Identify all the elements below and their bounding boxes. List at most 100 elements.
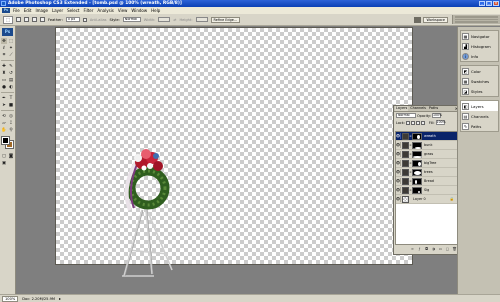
refine-edge-button[interactable]: Refine Edge... xyxy=(210,16,241,23)
dock-item-histogram[interactable]: ▟ Histogram xyxy=(461,41,498,51)
eye-icon[interactable]: 👁 xyxy=(396,142,401,148)
menu-window[interactable]: Window xyxy=(131,8,147,13)
workspace-button[interactable]: Workspace xyxy=(423,17,448,23)
adjustment-layer-icon[interactable]: ◑ xyxy=(431,247,436,252)
eye-icon[interactable]: 👁 xyxy=(396,151,401,157)
brush-tool-icon[interactable]: ✎ xyxy=(8,63,14,69)
healing-brush-tool-icon[interactable]: ✚ xyxy=(1,63,7,69)
new-group-icon[interactable]: ▭ xyxy=(438,247,443,252)
menu-select[interactable]: Select xyxy=(67,8,79,13)
add-mask-icon[interactable]: ◘ xyxy=(424,247,429,252)
link-layers-icon[interactable]: ∞ xyxy=(410,247,415,252)
menu-file[interactable]: File xyxy=(13,8,20,13)
path-selection-tool-icon[interactable]: ➤ xyxy=(1,102,7,108)
opacity-input[interactable]: 100% xyxy=(431,113,442,118)
layer-style-icon[interactable]: ƒ xyxy=(417,247,422,252)
dock-item-channels[interactable]: ▤ Channels xyxy=(461,111,498,121)
menu-filter[interactable]: Filter xyxy=(83,8,93,13)
3d-rotate-tool-icon[interactable]: ⟲ xyxy=(1,113,7,119)
layer-row[interactable]: 👁 ∞ Sig xyxy=(396,186,457,195)
menu-view[interactable]: View xyxy=(118,8,128,13)
screen-mode-icon[interactable]: ▣ xyxy=(1,160,7,166)
eyedropper-tool-icon[interactable]: ⟟ xyxy=(8,120,14,126)
menu-image[interactable]: Image xyxy=(35,8,48,13)
feather-input[interactable]: 0 px xyxy=(65,17,80,22)
dock-item-swatches[interactable]: ▦ Swatches xyxy=(461,76,498,86)
layer-mask-thumbnail[interactable] xyxy=(412,150,422,158)
tab-channels[interactable]: Channels xyxy=(409,106,427,111)
gradient-tool-icon[interactable]: ▤ xyxy=(8,77,14,83)
slice-tool-icon[interactable]: ⟋ xyxy=(8,52,14,58)
move-tool-icon[interactable]: ✥ xyxy=(1,38,7,44)
magic-wand-tool-icon[interactable]: ✦ xyxy=(8,45,14,51)
shape-tool-icon[interactable]: ■ xyxy=(8,102,14,108)
dock-item-styles[interactable]: ◪ Styles xyxy=(461,86,498,96)
eye-icon[interactable]: 👁 xyxy=(396,196,401,202)
marquee-tool-icon[interactable]: ⬚ xyxy=(8,38,14,44)
layer-mask-thumbnail[interactable] xyxy=(412,141,422,149)
swap-dimensions-icon[interactable]: ⇄ xyxy=(173,18,176,22)
quick-mask-icon[interactable]: ◙ xyxy=(8,153,14,159)
workspace-grid-icon[interactable] xyxy=(414,17,422,23)
layer-mask-thumbnail[interactable] xyxy=(412,168,422,176)
eye-icon[interactable]: 👁 xyxy=(396,133,401,139)
layer-mask-thumbnail[interactable] xyxy=(412,186,422,194)
foreground-color-swatch[interactable] xyxy=(1,136,10,145)
add-selection-mode[interactable] xyxy=(24,17,29,22)
menu-analysis[interactable]: Analysis xyxy=(97,8,113,13)
eye-icon[interactable]: 👁 xyxy=(396,160,401,166)
dock-item-paths[interactable]: ✎ Paths xyxy=(461,121,498,131)
layer-row[interactable]: 👁 ∞ bigTree xyxy=(396,159,457,168)
pen-tool-icon[interactable]: ✒ xyxy=(1,95,7,101)
3d-orbit-tool-icon[interactable]: ◎ xyxy=(8,113,14,119)
blend-mode-select[interactable]: Normal xyxy=(396,113,416,118)
layer-row[interactable]: 👁 ∞ wreath xyxy=(396,132,457,141)
minimize-button[interactable]: _ xyxy=(479,1,485,6)
lock-transparency-icon[interactable] xyxy=(405,120,410,125)
anti-alias-checkbox[interactable] xyxy=(82,17,87,22)
layer-mask-thumbnail[interactable] xyxy=(412,177,422,185)
tool-preset-picker[interactable]: ⬚ xyxy=(3,15,13,24)
fill-input[interactable]: 100% xyxy=(435,120,446,125)
dock-item-navigator[interactable]: ▦ Navigator xyxy=(461,31,498,41)
lasso-tool-icon[interactable]: ℓ xyxy=(1,45,7,51)
layer-row[interactable]: 👁 ∞ trees xyxy=(396,168,457,177)
layer-row[interactable]: 👁 ∞ Bread xyxy=(396,177,457,186)
crop-tool-icon[interactable]: ⌗ xyxy=(1,52,7,58)
menu-help[interactable]: Help xyxy=(151,8,160,13)
close-button[interactable]: × xyxy=(493,1,499,6)
eraser-tool-icon[interactable]: ▭ xyxy=(1,77,7,83)
layer-row[interactable]: 👁 ∞ bunk xyxy=(396,141,457,150)
eye-icon[interactable]: 👁 xyxy=(396,187,401,193)
menu-edit[interactable]: Edit xyxy=(24,8,32,13)
dock-item-info[interactable]: i Info xyxy=(461,51,498,61)
status-menu-arrow-icon[interactable]: ▸ xyxy=(59,296,61,301)
layer-mask-thumbnail[interactable] xyxy=(412,132,422,140)
history-brush-tool-icon[interactable]: ↺ xyxy=(8,70,14,76)
zoom-tool-icon[interactable]: ⚲ xyxy=(8,127,14,133)
zoom-field[interactable]: 100% xyxy=(2,295,19,302)
tab-layers[interactable]: Layers xyxy=(395,106,409,111)
lock-all-icon[interactable] xyxy=(420,120,425,125)
clone-stamp-tool-icon[interactable]: ♜ xyxy=(1,70,7,76)
standard-mode-icon[interactable]: ▢ xyxy=(1,153,7,159)
new-selection-mode[interactable] xyxy=(16,17,21,22)
dock-item-color[interactable]: ◩ Color xyxy=(461,66,498,76)
dock-item-layers[interactable]: ◧ Layers xyxy=(461,101,498,111)
hand-tool-icon[interactable]: ✋ xyxy=(1,127,7,133)
lock-position-icon[interactable] xyxy=(415,120,420,125)
type-tool-icon[interactable]: T xyxy=(8,95,14,101)
transparent-canvas[interactable] xyxy=(56,28,412,277)
tab-paths[interactable]: Paths xyxy=(428,106,439,111)
layer-row[interactable]: 👁 ∞ grass xyxy=(396,150,457,159)
dodge-tool-icon[interactable]: ◐ xyxy=(8,84,14,90)
width-input[interactable] xyxy=(158,17,171,22)
maximize-button[interactable]: □ xyxy=(486,1,492,6)
style-select[interactable]: Normal xyxy=(122,17,141,22)
subtract-selection-mode[interactable] xyxy=(32,17,37,22)
lock-pixels-icon[interactable] xyxy=(410,120,415,125)
eye-icon[interactable]: 👁 xyxy=(396,169,401,175)
layer-mask-thumbnail[interactable] xyxy=(412,159,422,167)
menu-layer[interactable]: Layer xyxy=(52,8,63,13)
height-input[interactable] xyxy=(195,17,208,22)
